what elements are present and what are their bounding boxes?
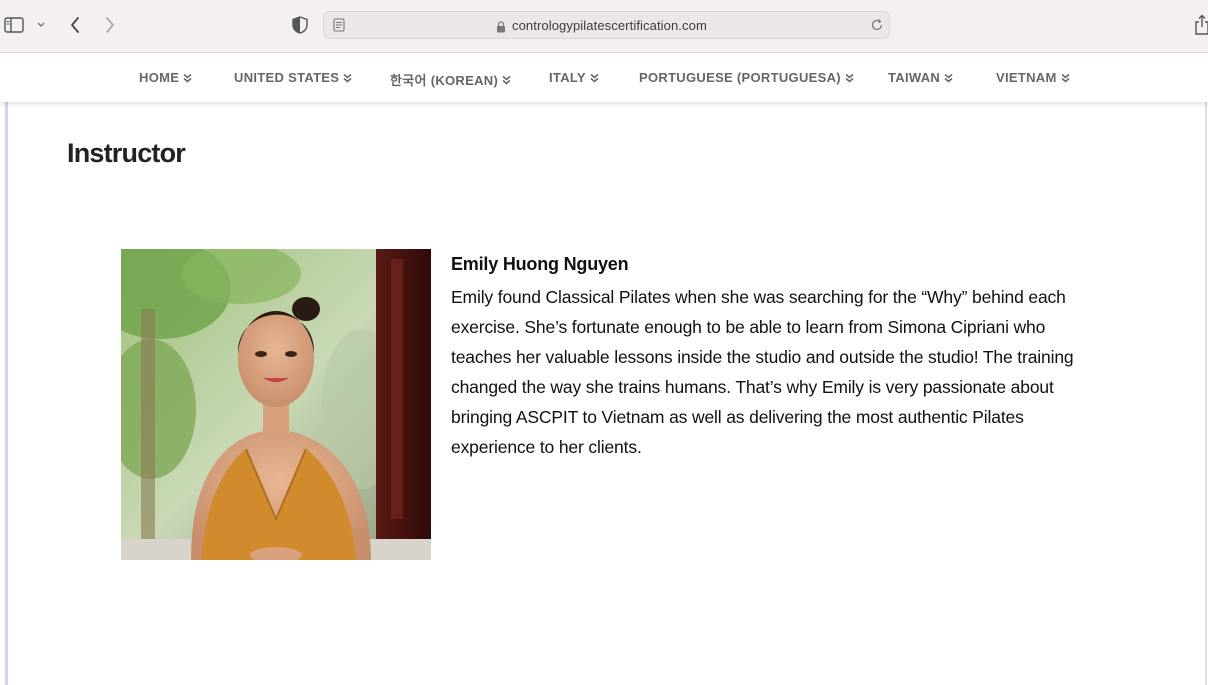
chevron-down-icon[interactable]: [34, 16, 48, 34]
nav-item-korean[interactable]: 한국어 (KOREAN): [390, 70, 511, 89]
lock-icon: [496, 20, 506, 33]
reload-icon[interactable]: [870, 18, 884, 34]
left-accent-rule: [5, 102, 8, 685]
double-chevron-down-icon: [944, 73, 953, 83]
instructor-photo: [121, 249, 431, 560]
right-border-rule: [1205, 102, 1207, 685]
nav-item-home[interactable]: HOME: [139, 70, 192, 85]
nav-item-label: 한국어 (KOREAN): [390, 73, 499, 88]
double-chevron-down-icon: [845, 73, 854, 83]
site-navigation: HOME UNITED STATES 한국어 (KOREAN) ITALY PO…: [0, 53, 1208, 102]
nav-item-label: VIETNAM: [996, 70, 1057, 85]
double-chevron-down-icon: [502, 75, 511, 85]
double-chevron-down-icon: [183, 73, 192, 83]
nav-item-label: PORTUGUESE (PORTUGUESA): [639, 70, 841, 85]
nav-item-label: HOME: [139, 70, 180, 85]
nav-item-vietnam[interactable]: VIETNAM: [996, 70, 1070, 85]
double-chevron-down-icon: [1061, 73, 1070, 83]
sidebar-icon[interactable]: [4, 15, 24, 35]
forward-icon[interactable]: [99, 14, 121, 36]
nav-item-label: ITALY: [549, 70, 586, 85]
browser-toolbar: contrologypilatescertification.com: [0, 0, 1208, 53]
nav-item-label: TAIWAN: [888, 70, 941, 85]
address-bar[interactable]: contrologypilatescertification.com: [323, 11, 890, 39]
nav-item-italy[interactable]: ITALY: [549, 70, 599, 85]
share-icon[interactable]: [1193, 13, 1208, 37]
double-chevron-down-icon: [590, 73, 599, 83]
shield-icon[interactable]: [290, 15, 310, 35]
nav-item-portuguese[interactable]: PORTUGUESE (PORTUGUESA): [639, 70, 854, 85]
back-icon[interactable]: [64, 14, 86, 36]
nav-item-label: UNITED STATES: [234, 70, 340, 85]
instructor-bio-text: Emily found Classical Pilates when she w…: [451, 287, 1074, 457]
url-text[interactable]: contrologypilatescertification.com: [512, 18, 707, 33]
page-content: Instructor Emily Huong Nguyen Emily foun…: [0, 102, 1208, 685]
nav-item-united-states[interactable]: UNITED STATES: [234, 70, 352, 85]
section-title: Instructor: [67, 138, 186, 168]
instructor-name: Emily Huong Nguyen: [451, 254, 629, 274]
double-chevron-down-icon: [343, 73, 352, 83]
instructor-bio: Emily Huong Nguyen Emily found Classical…: [451, 252, 1101, 462]
nav-item-taiwan[interactable]: TAIWAN: [888, 70, 953, 85]
reader-icon[interactable]: [333, 18, 347, 34]
